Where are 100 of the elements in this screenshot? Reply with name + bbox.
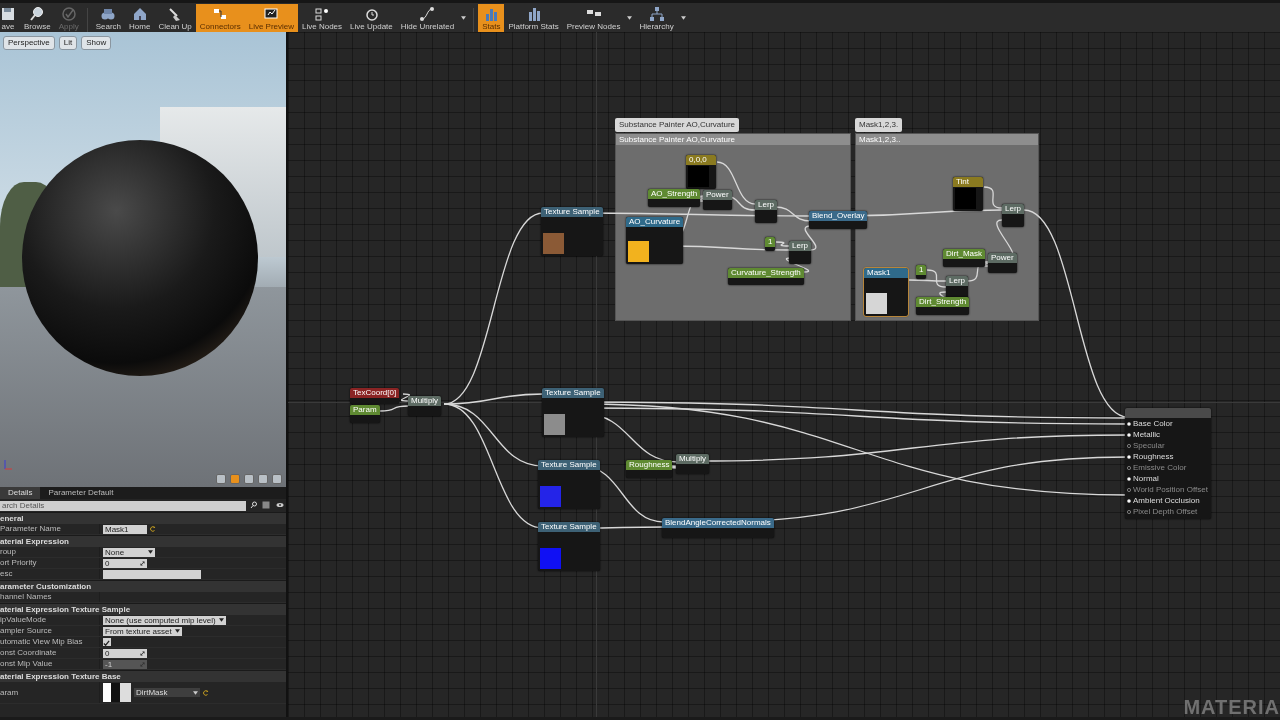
- graph-node[interactable]: Texture Sample: [538, 522, 600, 571]
- toolbar-button[interactable]: Stats: [478, 4, 505, 32]
- viewport-option-button[interactable]: [272, 474, 282, 484]
- node-title: Power: [988, 253, 1017, 263]
- graph-node[interactable]: 1: [916, 265, 927, 279]
- node-title: Curvature_Strength: [728, 268, 804, 278]
- graph-node[interactable]: Roughness: [626, 460, 673, 478]
- text-field[interactable]: [103, 569, 201, 579]
- dropdown[interactable]: From texture asset: [103, 626, 182, 636]
- toolbar-button[interactable]: Hierarchy: [635, 4, 678, 32]
- toolbar-button[interactable]: Clean Up: [154, 4, 196, 32]
- toolbar-button[interactable]: Home: [125, 4, 155, 32]
- search-field[interactable]: arch Details: [0, 500, 246, 511]
- drag-arrows-icon: [140, 661, 145, 667]
- viewport-option-button[interactable]: [216, 474, 226, 484]
- viewport-button[interactable]: Perspective: [3, 36, 55, 50]
- axis-gizmo-icon: [3, 457, 13, 470]
- node-title: Multiply: [408, 396, 442, 406]
- property-label: roup: [0, 547, 100, 557]
- graph-node[interactable]: Lerp: [755, 200, 777, 223]
- pin-icon[interactable]: [1127, 432, 1131, 437]
- toolbar-button[interactable]: Live Nodes: [298, 4, 347, 32]
- pin-icon[interactable]: [1127, 476, 1131, 481]
- asset-dropdown[interactable]: DirtMask: [134, 688, 200, 697]
- graph-node[interactable]: Mask1: [864, 268, 908, 316]
- node-title: TexCoord[0]: [350, 388, 400, 398]
- toolbar-button[interactable]: Preview Nodes: [562, 4, 625, 32]
- graph-node[interactable]: Texture Sample: [538, 460, 600, 509]
- node-title: Multiply: [676, 454, 710, 464]
- house-icon: [131, 6, 148, 22]
- reset-arrow-icon[interactable]: [150, 526, 156, 532]
- graph-node[interactable]: 1: [765, 237, 776, 251]
- graph-node[interactable]: Power: [988, 253, 1017, 273]
- toolbar-button[interactable]: Search: [91, 4, 126, 32]
- drag-arrows-icon: [140, 650, 145, 656]
- pin-icon[interactable]: [1127, 454, 1131, 459]
- toolbar-button[interactable]: Hide Unrelated: [396, 4, 459, 32]
- node-title: Roughness: [626, 460, 673, 470]
- graph-node[interactable]: 0,0,0: [686, 155, 716, 189]
- section-header[interactable]: eneral: [0, 512, 286, 524]
- graph-node[interactable]: Lerp: [946, 276, 968, 299]
- section-header[interactable]: aterial Expression Texture Base: [0, 670, 286, 682]
- node-title: 1: [765, 237, 776, 247]
- graph-node[interactable]: AO_Curvature: [626, 217, 684, 264]
- caret-icon: [174, 629, 180, 633]
- pin-icon[interactable]: [1127, 498, 1131, 503]
- viewport-button[interactable]: Show: [81, 36, 112, 50]
- viewport-button[interactable]: Lit: [58, 36, 78, 50]
- toolbar-button[interactable]: Browse: [20, 4, 55, 32]
- toolbar-button[interactable]: Live Preview: [244, 4, 299, 32]
- section-header[interactable]: aterial Expression: [0, 535, 286, 547]
- number-field[interactable]: 0: [103, 648, 147, 658]
- toolbar-button[interactable]: ave: [0, 4, 20, 32]
- section-header[interactable]: aterial Expression Texture Sample: [0, 603, 286, 615]
- graph-icon: [419, 6, 436, 22]
- search-icon: [250, 501, 258, 510]
- dropdown[interactable]: None (use computed mip level): [103, 615, 226, 625]
- graph-node[interactable]: Param: [350, 405, 380, 423]
- pin-label: Base Color: [1125, 418, 1211, 429]
- graph-node[interactable]: TexCoord[0]: [350, 388, 400, 404]
- node-title: Lerp: [946, 276, 968, 286]
- dropdown[interactable]: None: [103, 547, 155, 557]
- node-title: Mask1: [864, 268, 908, 278]
- graph-node[interactable]: Lerp: [1002, 204, 1024, 227]
- graph-node[interactable]: Blend_Overlay: [809, 211, 868, 229]
- node-title: Lerp: [755, 200, 777, 210]
- toolbar-button[interactable]: Platform Stats: [504, 4, 563, 32]
- pin-icon[interactable]: [1127, 421, 1131, 426]
- toolbar-button[interactable]: Connectors: [195, 4, 245, 32]
- graph-node[interactable]: Dirt_Mask: [943, 249, 985, 267]
- drag-arrows-icon: [140, 560, 145, 566]
- graph-node[interactable]: AO_Strength: [648, 189, 701, 207]
- graph-node[interactable]: Multiply: [408, 396, 442, 416]
- graph-node[interactable]: Lerp: [789, 241, 811, 264]
- reset-arrow-icon[interactable]: [203, 689, 209, 696]
- graph-node[interactable]: Curvature_Strength: [728, 268, 804, 285]
- viewport-option-button[interactable]: [244, 474, 254, 484]
- section-header[interactable]: arameter Customization: [0, 580, 286, 592]
- graph-node[interactable]: Multiply: [676, 454, 710, 474]
- graph-node[interactable]: Base Color Metallic Specular Roughness Emissive Color Normal World Position Offset Ambient Occlusion Pixel Depth Offset: [1125, 408, 1211, 519]
- number-field[interactable]: 0: [103, 558, 147, 568]
- property-label: Parameter Name: [0, 524, 100, 534]
- graph-node[interactable]: Dirt_Strength: [916, 297, 970, 315]
- graph-node[interactable]: Power: [703, 190, 732, 210]
- graph-node[interactable]: Texture Sample: [542, 388, 604, 437]
- viewport-option-button[interactable]: [258, 474, 268, 484]
- node-title: Param: [350, 405, 380, 415]
- panel-tab[interactable]: Details: [0, 487, 41, 499]
- graph-node[interactable]: Tint: [953, 177, 983, 211]
- checkbox[interactable]: [103, 638, 111, 646]
- graph-corner-label: MATERIA: [1183, 697, 1280, 717]
- hierarchy-icon: [648, 6, 665, 22]
- text-field[interactable]: Mask1: [103, 524, 147, 534]
- graph-node[interactable]: BlendAngleCorrectedNormals: [662, 518, 774, 538]
- texture-thumbnail: [103, 683, 131, 702]
- graph-node[interactable]: Texture Sample: [541, 207, 603, 256]
- comment-bubble: Substance Painter AO,Curvature: [615, 118, 740, 132]
- toolbar-button[interactable]: Live Update: [346, 4, 397, 32]
- comment-bubble: Mask1,2,3.: [855, 118, 903, 132]
- property-label: ort Priority: [0, 558, 100, 568]
